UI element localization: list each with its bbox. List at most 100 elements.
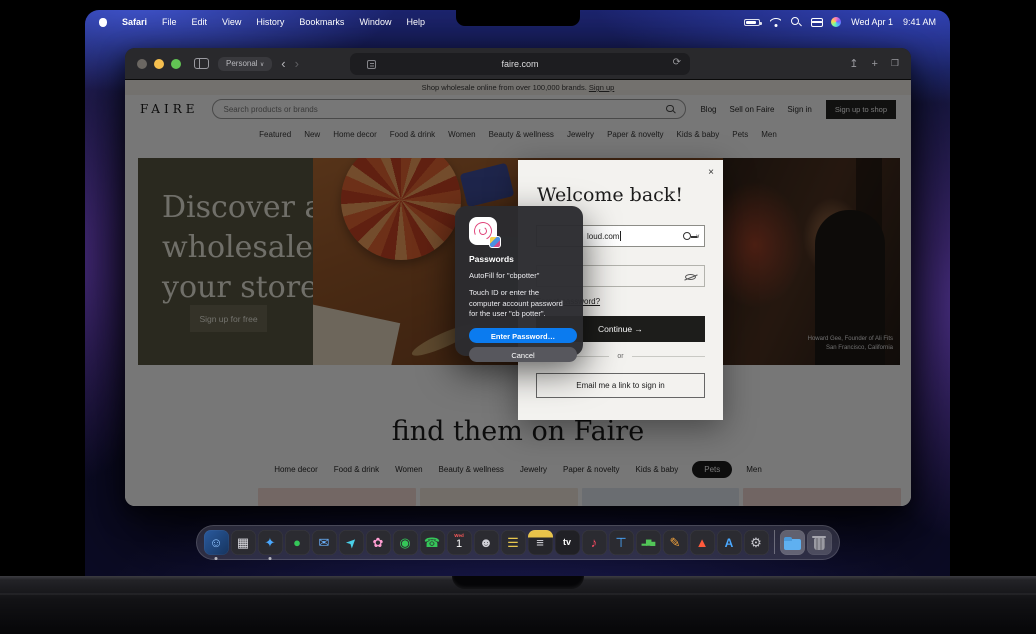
laptop-base — [0, 576, 1036, 634]
sidebar-toggle-icon[interactable] — [194, 58, 209, 69]
touchid-fingerprint-icon — [469, 217, 501, 248]
dock-numbers[interactable]: ▂▆▄ — [635, 530, 661, 555]
running-indicator — [268, 557, 272, 560]
chevron-down-icon: ∨ — [695, 234, 700, 240]
safari-toolbar: Personal ∨ ‹ › faire.com ⟳ ↥ + ❐ — [125, 48, 911, 80]
rocket-icon: ▲ — [689, 530, 715, 555]
profile-name: Personal — [226, 59, 258, 68]
phone-icon: ☎ — [419, 530, 445, 555]
minimize-window-button[interactable] — [154, 58, 164, 69]
dock-photos[interactable]: ✿ — [365, 530, 391, 555]
safari-icon: ✦ — [257, 530, 283, 555]
wifi-icon[interactable] — [770, 18, 781, 27]
modal-title: Welcome back! — [537, 184, 683, 206]
dock-notes[interactable]: ≡ — [527, 530, 553, 555]
siri-icon[interactable] — [831, 17, 842, 27]
dock-pages[interactable]: ✎ — [662, 530, 688, 555]
trash-icon — [806, 530, 832, 555]
dock-messages[interactable]: ● — [284, 530, 310, 555]
dock-settings[interactable]: ⚙ — [743, 530, 769, 555]
profile-switcher[interactable]: Personal ∨ — [218, 56, 273, 71]
menu-item[interactable]: Help — [406, 17, 425, 27]
launchpad-icon: ▦ — [230, 530, 256, 555]
menu-bar-clock[interactable]: 9:41 AM — [903, 17, 936, 27]
dock-safari[interactable]: ✦ — [257, 530, 283, 560]
dock-rocket[interactable]: ▲ — [689, 530, 715, 555]
share-icon[interactable]: ↥ — [849, 57, 858, 70]
reminders-icon: ☰ — [500, 530, 526, 555]
photos-icon: ✿ — [365, 530, 391, 555]
email-link-signin-button[interactable]: Email me a link to sign in — [536, 373, 705, 398]
key-icon — [683, 232, 697, 240]
dock-reminders[interactable]: ☰ — [500, 530, 526, 555]
page-settings-icon[interactable] — [367, 59, 376, 69]
dock-calendar[interactable]: 1 Wed — [446, 530, 472, 555]
close-window-button[interactable] — [137, 58, 147, 69]
dock-finder[interactable]: ☺ — [203, 530, 229, 560]
spotlight-search-icon[interactable] — [791, 17, 801, 27]
dock-facetime[interactable]: ◉ — [392, 530, 418, 555]
dock-app-store[interactable]: A — [716, 530, 742, 555]
maps-icon: ➤ — [338, 530, 364, 555]
downloads-icon — [779, 530, 805, 555]
menu-bar-date[interactable]: Wed Apr 1 — [851, 17, 893, 27]
desktop-stage: Safari File Edit View History Bookmarks Window… — [0, 0, 1036, 634]
enter-password-button[interactable]: Enter Password… — [469, 327, 577, 343]
dock-launchpad[interactable]: ▦ — [230, 530, 256, 555]
modal-close-icon[interactable]: × — [708, 168, 714, 178]
reload-icon[interactable]: ⟳ — [673, 57, 681, 68]
zoom-window-button[interactable] — [171, 58, 181, 69]
dock-downloads[interactable] — [779, 530, 805, 555]
dock-trash[interactable] — [806, 530, 832, 555]
menu-item[interactable]: Bookmarks — [299, 17, 344, 27]
dock-tv[interactable]: tv — [554, 530, 580, 555]
dialog-body-text: Touch ID or enter the computer account p… — [469, 288, 563, 318]
passwords-app-icon — [489, 236, 501, 248]
app-store-icon: A — [716, 530, 742, 555]
pages-icon: ✎ — [662, 530, 688, 555]
touchid-autofill-dialog: Passwords AutoFill for "cbpotter" Touch … — [455, 206, 583, 362]
menu-item[interactable]: Edit — [192, 17, 208, 27]
dock-contacts[interactable]: ☻ — [473, 530, 499, 555]
settings-icon: ⚙ — [743, 530, 769, 555]
camera-notch — [455, 10, 580, 26]
show-password-icon[interactable] — [685, 274, 696, 280]
notes-icon: ≡ — [527, 530, 553, 555]
messages-icon: ● — [284, 530, 310, 555]
control-center-icon[interactable] — [811, 17, 824, 27]
dialog-autofill-subtitle: AutoFill for "cbpotter" — [469, 271, 540, 280]
toolbar-right-buttons: ↥ + ❐ — [849, 57, 899, 71]
menu-item[interactable]: File — [162, 17, 177, 27]
window-traffic-lights — [137, 58, 181, 69]
back-button[interactable]: ‹ — [281, 57, 285, 70]
tab-overview-icon[interactable]: ❐ — [891, 58, 899, 69]
text-cursor — [620, 231, 622, 241]
dock-divider[interactable] — [771, 530, 778, 555]
divider-icon — [773, 530, 775, 554]
tv-icon: tv — [554, 530, 580, 555]
menu-item[interactable]: History — [256, 17, 284, 27]
lid-scoop-notch — [452, 576, 584, 589]
battery-icon[interactable] — [744, 18, 763, 26]
new-tab-icon[interactable]: + — [871, 58, 877, 70]
menu-item[interactable]: Safari — [122, 17, 147, 27]
apple-menu-icon[interactable] — [99, 17, 107, 27]
url-text: faire.com — [501, 59, 539, 69]
facetime-icon: ◉ — [392, 530, 418, 555]
macbook-screen-wallpaper: Safari File Edit View History Bookmarks Window… — [85, 10, 950, 576]
forward-button[interactable]: › — [295, 57, 299, 70]
autofill-key-button[interactable]: ∨ — [683, 231, 700, 243]
address-bar[interactable]: faire.com ⟳ — [350, 53, 690, 75]
cancel-button[interactable]: Cancel — [469, 346, 577, 362]
menu-item[interactable]: Window — [359, 17, 391, 27]
calendar-icon: 1 Wed — [446, 530, 472, 555]
menu-item[interactable]: View — [222, 17, 241, 27]
dock-keynote[interactable]: ⊤ — [608, 530, 634, 555]
dock-maps[interactable]: ➤ — [338, 530, 364, 555]
dock-mail[interactable]: ✉ — [311, 530, 337, 555]
dock-music[interactable]: ♪ — [581, 530, 607, 555]
keynote-icon: ⊤ — [608, 530, 634, 555]
menu-bar-menus: Safari File Edit View History Bookmarks Window… — [99, 17, 425, 27]
dock-phone[interactable]: ☎ — [419, 530, 445, 555]
finder-icon: ☺ — [203, 530, 229, 555]
